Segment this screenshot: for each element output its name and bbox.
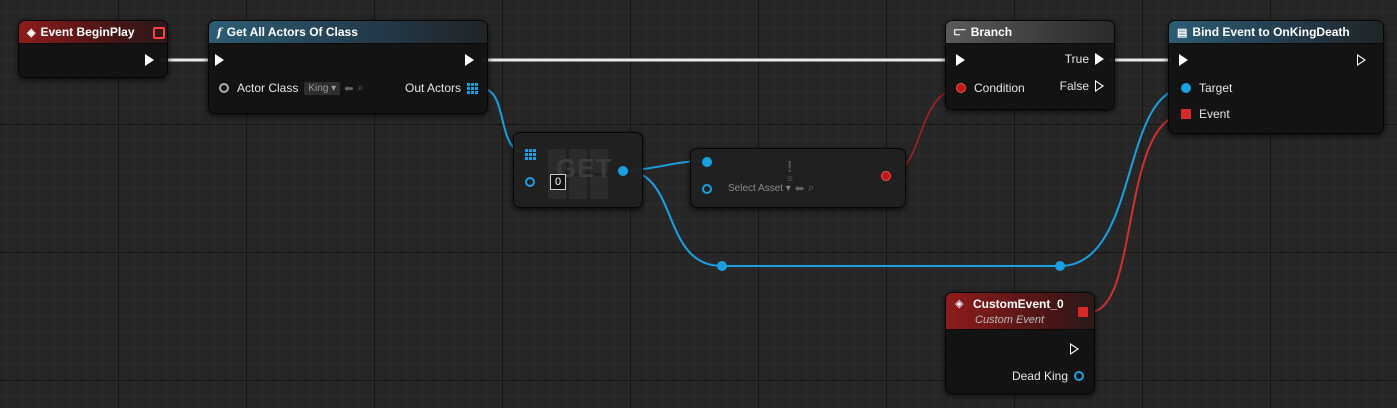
actor-class-pin-row: Actor Class King ▾ ⬅ ⌕ bbox=[219, 81, 364, 95]
event-beginplay-header[interactable]: ◈ Event BeginPlay bbox=[19, 21, 167, 44]
branch-node[interactable]: ⫍ Branch True Condition False bbox=[945, 20, 1115, 110]
get-all-actors-node[interactable]: f Get All Actors Of Class Actor Class Ki… bbox=[208, 20, 488, 114]
actor-class-value: King bbox=[308, 82, 329, 94]
condition-label: Condition bbox=[974, 81, 1025, 95]
select-asset-row: Select Asset ▾ ⬅ ⌕ bbox=[702, 182, 814, 195]
bind-event-title: Bind Event to OnKingDeath bbox=[1192, 25, 1350, 39]
input-object-pin[interactable] bbox=[702, 157, 712, 167]
false-exec-pin[interactable] bbox=[1095, 80, 1104, 92]
exec-input-pin[interactable] bbox=[215, 54, 224, 66]
branch-title: Branch bbox=[970, 25, 1013, 39]
event-diamond-icon: ◈ bbox=[955, 298, 964, 310]
event-beginplay-node[interactable]: ◈ Event BeginPlay bbox=[18, 20, 168, 78]
condition-pin[interactable] bbox=[956, 83, 966, 93]
event-beginplay-title: Event BeginPlay bbox=[40, 25, 135, 39]
out-actors-pin-row: Out Actors bbox=[405, 81, 479, 95]
target-label: Target bbox=[1199, 81, 1233, 95]
array-pin-icon[interactable] bbox=[467, 82, 479, 94]
bind-event-icon: ▤ bbox=[1177, 26, 1188, 39]
is-valid-node[interactable]: ǃ ≡ Select Asset ▾ ⬅ ⌕ bbox=[690, 148, 906, 208]
condition-pin-row: Condition bbox=[956, 81, 1025, 95]
return-bool-pin[interactable] bbox=[881, 171, 891, 181]
exec-output-pin[interactable] bbox=[465, 54, 474, 66]
delegate-output-pin[interactable] bbox=[1078, 307, 1088, 317]
use-selected-arrow-icon[interactable]: ⬅ bbox=[795, 182, 804, 195]
array-input-pin[interactable] bbox=[525, 149, 536, 160]
dead-king-pin[interactable] bbox=[1074, 371, 1084, 381]
event-diamond-icon: ◈ bbox=[27, 26, 36, 39]
dead-king-pin-row: Dead King bbox=[1012, 369, 1084, 383]
browse-search-icon[interactable]: ⌕ bbox=[357, 82, 363, 95]
true-exec-pin[interactable] bbox=[1095, 53, 1104, 65]
bind-event-header[interactable]: ▤ Bind Event to OnKingDeath bbox=[1169, 21, 1383, 44]
reroute-node-right bbox=[1055, 261, 1065, 271]
delegate-output-pin[interactable] bbox=[153, 27, 165, 39]
out-actors-label: Out Actors bbox=[405, 81, 462, 95]
exec-output-pin[interactable] bbox=[1070, 343, 1079, 355]
input-asset-pin[interactable] bbox=[702, 183, 712, 194]
exec-output-pin[interactable] bbox=[1357, 54, 1366, 66]
custom-event-node[interactable]: ◈ CustomEvent_0 Custom Event Dead King bbox=[945, 292, 1095, 394]
bind-event-node[interactable]: ▤ Bind Event to OnKingDeath Target Event bbox=[1168, 20, 1384, 134]
function-icon: f bbox=[217, 25, 222, 39]
true-pin-row: True bbox=[1065, 52, 1104, 66]
custom-event-header[interactable]: ◈ CustomEvent_0 Custom Event bbox=[946, 293, 1094, 330]
browse-search-icon[interactable]: ⌕ bbox=[808, 182, 814, 195]
event-delegate-pin[interactable] bbox=[1181, 109, 1191, 119]
get-all-actors-header[interactable]: f Get All Actors Of Class bbox=[209, 21, 487, 44]
dead-king-label: Dead King bbox=[1011, 369, 1068, 383]
true-label: True bbox=[1064, 52, 1089, 66]
event-label: Event bbox=[1199, 107, 1230, 121]
select-asset-dropdown[interactable]: Select Asset ▾ bbox=[728, 183, 791, 194]
false-pin-row: False bbox=[1060, 79, 1104, 93]
branch-header[interactable]: ⫍ Branch bbox=[946, 21, 1114, 44]
custom-event-subtitle: Custom Event bbox=[975, 314, 1045, 326]
get-output-pin[interactable] bbox=[618, 166, 628, 176]
array-get-node[interactable]: GET 0 bbox=[513, 132, 643, 208]
exec-output-pin[interactable] bbox=[145, 54, 154, 66]
select-asset-label: Select Asset bbox=[728, 183, 784, 194]
actor-class-dropdown[interactable]: King ▾ bbox=[304, 81, 341, 95]
exec-input-pin[interactable] bbox=[956, 54, 965, 66]
delegate-wire-customevent-to-event bbox=[1089, 113, 1187, 313]
false-label: False bbox=[1059, 79, 1089, 93]
custom-event-title: CustomEvent_0 bbox=[973, 297, 1064, 311]
get-all-actors-title: Get All Actors Of Class bbox=[226, 25, 358, 39]
index-input-pin[interactable] bbox=[525, 177, 535, 187]
branch-icon: ⫍ bbox=[954, 25, 966, 38]
index-input-field[interactable]: 0 bbox=[550, 174, 566, 190]
actor-class-pin[interactable] bbox=[219, 83, 229, 93]
reroute-node-left bbox=[717, 261, 727, 271]
exec-input-pin[interactable] bbox=[1179, 54, 1188, 66]
actor-class-label: Actor Class bbox=[237, 81, 299, 95]
event-pin-row: Event bbox=[1181, 107, 1230, 121]
target-pin[interactable] bbox=[1181, 83, 1191, 93]
target-pin-row: Target bbox=[1181, 81, 1232, 95]
use-selected-arrow-icon[interactable]: ⬅ bbox=[344, 82, 353, 95]
